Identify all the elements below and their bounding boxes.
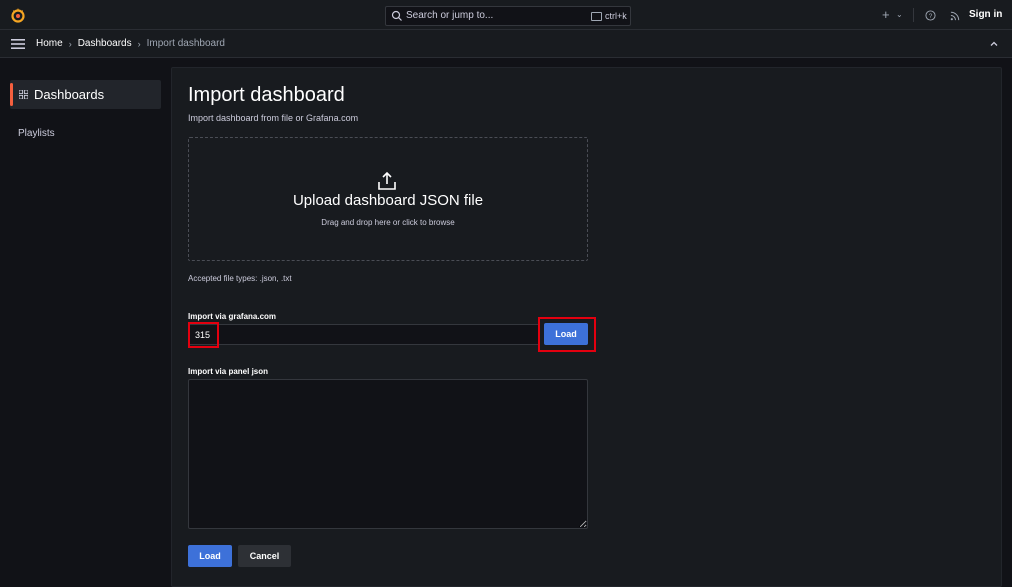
svg-text:?: ? <box>929 13 933 20</box>
upload-icon <box>378 171 396 190</box>
chevron-up-icon[interactable] <box>989 39 999 49</box>
top-bar: Search or jump to... ctrl+k + ⌄ ? Sign i… <box>0 0 1012 30</box>
apps-icon <box>19 90 28 99</box>
breadcrumb-dashboards[interactable]: Dashboards <box>78 38 132 49</box>
sign-in-link[interactable]: Sign in <box>969 9 1002 20</box>
cancel-button[interactable]: Cancel <box>238 545 291 567</box>
sidebar-item-dashboards[interactable]: Dashboards <box>10 80 161 109</box>
upload-hint: Drag and drop here or click to browse <box>321 218 455 227</box>
grafana-com-label: Import via grafana.com <box>188 312 277 321</box>
chevron-right-icon: › <box>68 38 72 49</box>
grafana-com-input[interactable] <box>188 324 540 345</box>
breadcrumb-bar: Home › Dashboards › Import dashboard <box>0 30 1012 58</box>
grafana-logo-icon[interactable] <box>10 7 26 23</box>
panel-json-textarea[interactable] <box>188 379 588 529</box>
sidebar-item-label: Dashboards <box>34 87 105 102</box>
chevron-down-icon[interactable]: ⌄ <box>896 10 903 19</box>
active-indicator <box>10 83 13 106</box>
breadcrumb-current: Import dashboard <box>146 38 225 49</box>
breadcrumb: Home › Dashboards › Import dashboard <box>36 38 225 49</box>
highlight-box <box>188 322 219 348</box>
divider <box>913 8 914 22</box>
chevron-right-icon: › <box>137 38 141 49</box>
keyboard-icon <box>591 12 602 21</box>
highlight-box <box>538 317 596 352</box>
load-button[interactable]: Load <box>188 545 232 567</box>
search-bar[interactable]: Search or jump to... ctrl+k <box>385 6 631 26</box>
plus-icon[interactable]: + <box>882 8 890 21</box>
sidebar-item-playlists[interactable]: Playlists <box>18 128 55 139</box>
breadcrumb-home[interactable]: Home <box>36 38 63 49</box>
help-icon[interactable]: ? <box>925 10 936 21</box>
search-icon <box>391 10 402 21</box>
upload-title: Upload dashboard JSON file <box>292 192 484 209</box>
page-subtitle: Import dashboard from file or Grafana.co… <box>188 113 359 123</box>
accepted-file-types: Accepted file types: .json, .txt <box>188 274 292 283</box>
menu-icon[interactable] <box>11 39 25 49</box>
rss-icon[interactable] <box>950 10 961 21</box>
page-title: Import dashboard <box>188 84 345 106</box>
panel-json-label: Import via panel json <box>188 367 269 376</box>
search-placeholder: Search or jump to... <box>406 10 494 21</box>
search-shortcut: ctrl+k <box>605 11 627 21</box>
